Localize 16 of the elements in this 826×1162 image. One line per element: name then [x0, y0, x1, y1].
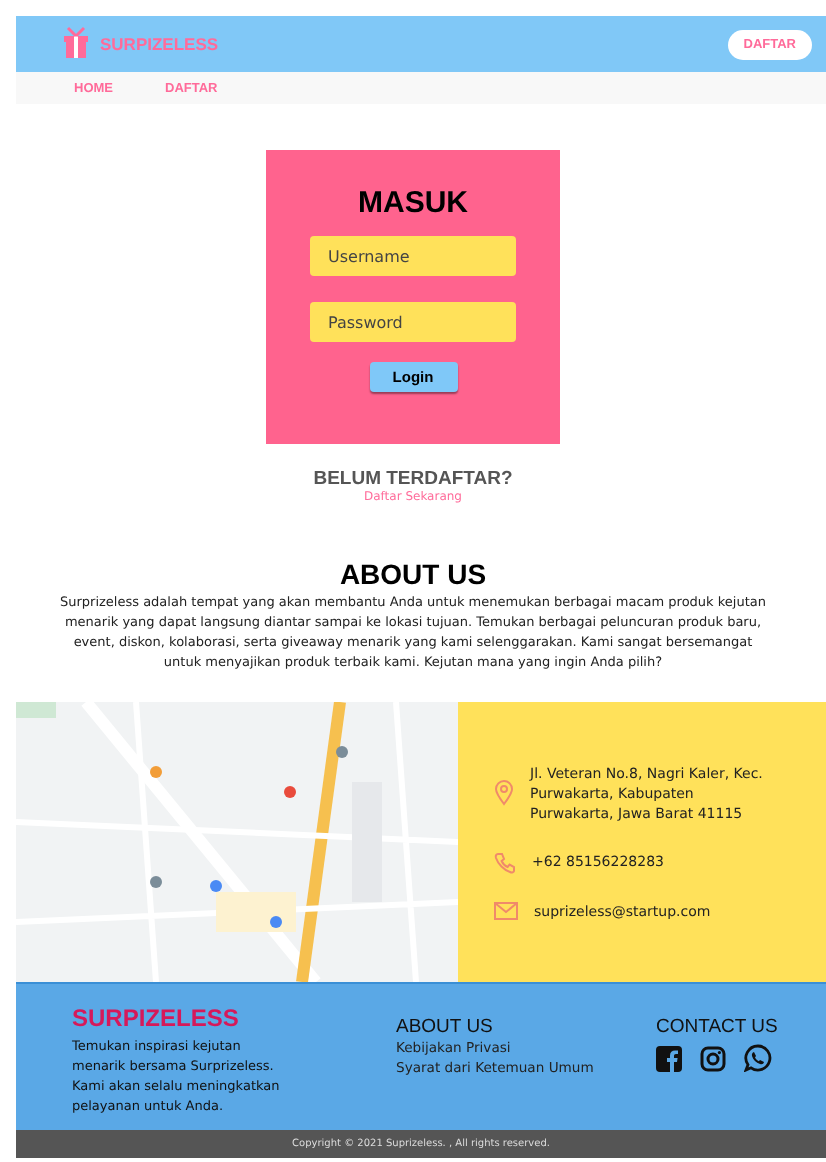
register-question: BELUM TERDAFTAR? — [313, 468, 513, 490]
brand-name[interactable]: SURPIZELESS — [100, 34, 219, 54]
input-field[interactable]: Username — [310, 236, 516, 276]
instagram-icon[interactable] — [700, 1045, 726, 1071]
input-field[interactable]: Password — [310, 302, 516, 342]
phone-icon — [494, 851, 516, 873]
login-title: MASUK — [358, 186, 468, 220]
envelope-icon — [494, 902, 518, 920]
section-title: ABOUT US — [339, 558, 487, 590]
facebook-icon[interactable] — [656, 1045, 682, 1071]
footer-brand: SURPIZELESS — [72, 1004, 241, 1032]
location-pin-icon — [494, 780, 514, 806]
whatsapp-icon[interactable] — [744, 1044, 772, 1072]
gift-icon — [60, 26, 92, 62]
footer-heading: CONTACT US — [656, 1016, 778, 1038]
footer-heading: ABOUT US — [396, 1016, 495, 1038]
